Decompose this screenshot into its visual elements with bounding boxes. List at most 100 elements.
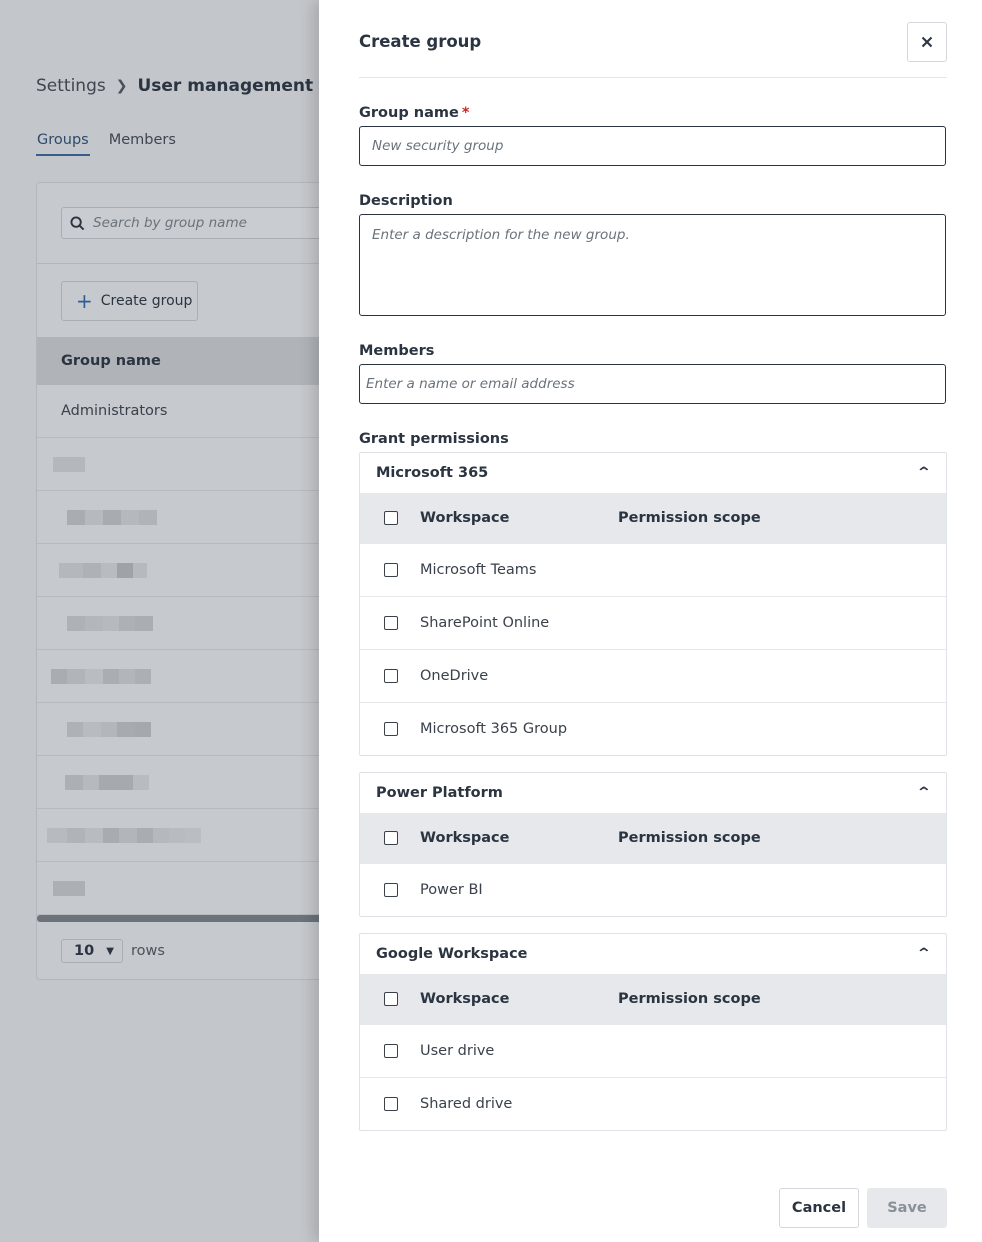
search-placeholder: Search by group name: [93, 215, 247, 231]
create-group-label: Create group: [100, 293, 193, 309]
table-row-redacted[interactable]: [37, 438, 365, 491]
breadcrumb: Settings ❯ User management: [36, 76, 313, 96]
group-name-label-text: Group name: [359, 105, 459, 121]
group-name-label: Group name *: [359, 105, 469, 121]
permission-section-power-platform: Power Platform ⌃ Workspace Permission sc…: [359, 772, 947, 917]
row-checkbox[interactable]: [384, 1044, 398, 1058]
section-title: Microsoft 365: [376, 465, 489, 481]
permission-section-google-workspace: Google Workspace ⌃ Workspace Permission …: [359, 933, 947, 1131]
workspace-row[interactable]: OneDrive: [360, 649, 946, 702]
select-all-checkbox[interactable]: [384, 831, 398, 845]
table-row-redacted[interactable]: [37, 491, 365, 544]
group-name-input[interactable]: [359, 126, 946, 166]
row-checkbox[interactable]: [384, 883, 398, 897]
row-checkbox[interactable]: [384, 669, 398, 683]
rows-label: rows: [131, 943, 165, 959]
search-input[interactable]: Search by group name: [61, 207, 351, 239]
column-permission-scope: Permission scope: [618, 830, 761, 846]
tab-groups[interactable]: Groups: [36, 132, 90, 156]
workspace-name: OneDrive: [420, 668, 489, 684]
table-row-redacted[interactable]: [37, 544, 365, 597]
redacted-text: [53, 880, 85, 896]
permission-table-header: Workspace Permission scope: [360, 974, 946, 1024]
workspace-name: User drive: [420, 1043, 495, 1059]
workspace-row[interactable]: Microsoft 365 Group: [360, 702, 946, 755]
chevron-up-icon[interactable]: ⌃: [916, 785, 932, 801]
group-name-cell: Administrators: [61, 403, 168, 419]
required-mark: *: [461, 105, 470, 121]
section-header[interactable]: Google Workspace ⌃: [360, 934, 946, 974]
chevron-right-icon: ❯: [115, 78, 128, 94]
permission-table-header: Workspace Permission scope: [360, 493, 946, 543]
page-title: User management: [137, 76, 314, 96]
description-label: Description: [359, 193, 453, 209]
chevron-up-icon[interactable]: ⌃: [916, 946, 932, 962]
divider: [359, 77, 947, 78]
workspace-name: Power BI: [420, 882, 483, 898]
permission-table-header: Workspace Permission scope: [360, 813, 946, 863]
breadcrumb-settings[interactable]: Settings: [36, 76, 106, 96]
workspace-name: Shared drive: [420, 1096, 513, 1112]
table-row-redacted[interactable]: [37, 862, 365, 915]
row-checkbox[interactable]: [384, 722, 398, 736]
redacted-text: [65, 774, 149, 790]
column-permission-scope: Permission scope: [618, 510, 761, 526]
create-group-drawer: Create group Group name* Description Mem…: [319, 0, 982, 1242]
close-button[interactable]: [907, 22, 947, 62]
table-row[interactable]: Administrators: [37, 385, 365, 438]
search-icon: [70, 215, 85, 230]
section-header[interactable]: Power Platform ⌃: [360, 773, 946, 813]
table-row-redacted[interactable]: [37, 756, 365, 809]
workspace-name: SharePoint Online: [420, 615, 550, 631]
workspace-row[interactable]: Power BI: [360, 863, 946, 916]
select-all-checkbox[interactable]: [384, 992, 398, 1006]
column-workspace: Workspace: [420, 510, 510, 526]
column-permission-scope: Permission scope: [618, 991, 761, 1007]
rows-per-page-value: 10: [74, 943, 95, 959]
rows-per-page: 10 ▼ rows: [61, 939, 165, 963]
section-title: Power Platform: [376, 785, 503, 801]
row-checkbox[interactable]: [384, 563, 398, 577]
tab-members[interactable]: Members: [108, 132, 177, 156]
members-input[interactable]: [359, 364, 946, 404]
workspace-name: Microsoft Teams: [420, 562, 537, 578]
workspace-row[interactable]: Microsoft Teams: [360, 543, 946, 596]
description-textarea[interactable]: [359, 214, 946, 316]
cancel-button[interactable]: Cancel: [779, 1188, 859, 1228]
table-row-redacted[interactable]: [37, 809, 365, 862]
divider: [37, 263, 365, 264]
groups-card: Search by group name + Create group Grou…: [36, 182, 366, 980]
tabs: Groups Members: [36, 132, 177, 156]
row-checkbox[interactable]: [384, 616, 398, 630]
section-title: Google Workspace: [376, 946, 528, 962]
workspace-row[interactable]: Shared drive: [360, 1077, 946, 1130]
workspace-name: Microsoft 365 Group: [420, 721, 568, 737]
select-all-checkbox[interactable]: [384, 511, 398, 525]
redacted-text: [67, 615, 153, 631]
redacted-text: [53, 456, 85, 472]
redacted-text: [67, 509, 157, 525]
table-row-redacted[interactable]: [37, 650, 365, 703]
redacted-text: [59, 562, 147, 578]
drawer-title: Create group: [359, 32, 482, 51]
workspace-row[interactable]: SharePoint Online: [360, 596, 946, 649]
close-icon: [921, 36, 933, 48]
section-header[interactable]: Microsoft 365 ⌃: [360, 453, 946, 493]
table-row-redacted[interactable]: [37, 597, 365, 650]
row-checkbox[interactable]: [384, 1097, 398, 1111]
members-label: Members: [359, 343, 435, 359]
caret-down-icon: ▼: [106, 945, 114, 957]
horizontal-scrollbar[interactable]: [37, 915, 365, 922]
plus-icon: +: [76, 289, 93, 313]
workspace-row[interactable]: User drive: [360, 1024, 946, 1077]
table-header-group-name[interactable]: Group name: [37, 337, 365, 385]
create-group-button[interactable]: + Create group: [61, 281, 198, 321]
redacted-text: [67, 721, 151, 737]
grant-permissions-label: Grant permissions: [359, 431, 509, 447]
table-row-redacted[interactable]: [37, 703, 365, 756]
redacted-text: [51, 668, 151, 684]
rows-per-page-select[interactable]: 10 ▼: [61, 939, 123, 963]
column-workspace: Workspace: [420, 830, 510, 846]
save-button[interactable]: Save: [867, 1188, 947, 1228]
chevron-up-icon[interactable]: ⌃: [916, 465, 932, 481]
